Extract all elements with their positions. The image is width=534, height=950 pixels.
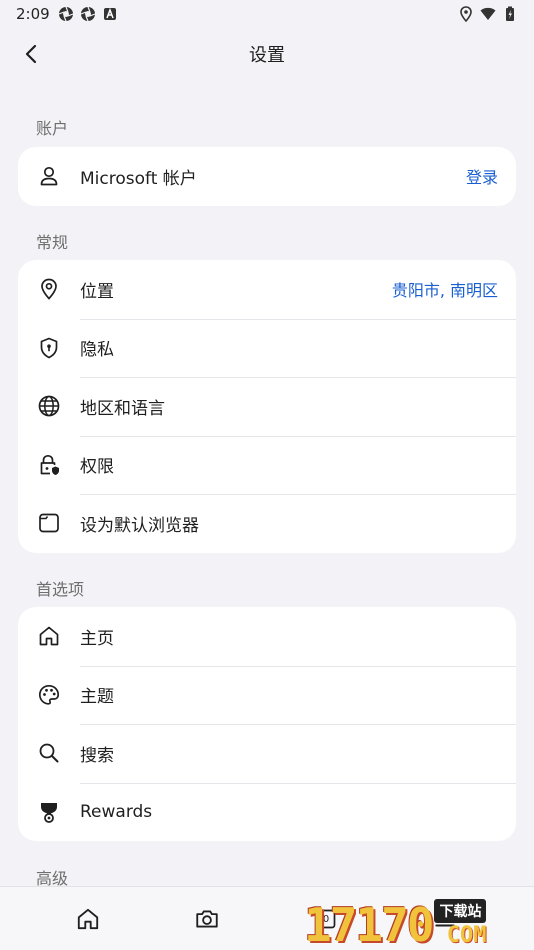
watermark-logo: 17170 下载站 COM [304, 888, 528, 948]
settings-item-permissions[interactable]: 权限 [18, 435, 516, 495]
settings-item-rewards[interactable]: Rewards [18, 782, 516, 842]
aperture-icon [80, 6, 95, 22]
settings-item-label: 权限 [80, 457, 114, 478]
nav-home-button[interactable] [74, 905, 102, 933]
settings-item-theme[interactable]: 主题 [18, 665, 516, 725]
a-letter-icon [103, 7, 116, 20]
nav-camera-button[interactable] [193, 905, 221, 933]
aperture-icon [58, 6, 73, 22]
watermark-suffix: COM [446, 923, 487, 948]
general-card: 位置 贵阳市, 南明区 隐私 地区和语言 权限 设为默认浏览器 [18, 260, 516, 553]
status-bar: 2:09 [0, 0, 534, 28]
settings-item-region-language[interactable]: 地区和语言 [18, 377, 516, 436]
home-icon [77, 908, 99, 930]
settings-item-label: 位置 [80, 281, 114, 302]
settings-item-microsoft-account[interactable]: Microsoft 帐户 登录 [18, 147, 516, 206]
settings-item-default-browser[interactable]: 设为默认浏览器 [18, 494, 516, 553]
trophy-icon [36, 799, 62, 825]
bottom-navigation: 0 17170 下载站 COM [0, 886, 534, 950]
search-icon [36, 740, 62, 766]
settings-item-label: Rewards [80, 801, 153, 822]
back-button[interactable] [12, 34, 52, 74]
preferences-card: 主页 主题 搜索 Rewards [18, 607, 516, 841]
chevron-left-icon [25, 44, 37, 64]
camera-icon [196, 910, 218, 928]
section-header-general: 常规 [36, 233, 69, 252]
person-icon [36, 163, 62, 189]
sign-in-link[interactable]: 登录 [466, 164, 498, 188]
wifi-icon [480, 7, 496, 20]
section-header-account: 账户 [36, 119, 69, 138]
settings-item-label: 地区和语言 [80, 398, 165, 419]
globe-icon [36, 393, 62, 419]
watermark-badge: 下载站 [434, 899, 487, 923]
settings-item-label: 隐私 [80, 340, 114, 361]
location-pin-icon [36, 276, 62, 302]
settings-item-homepage[interactable]: 主页 [18, 607, 516, 666]
section-header-preferences: 首选项 [36, 580, 85, 599]
palette-icon [36, 682, 62, 708]
status-time: 2:09 [16, 5, 50, 23]
settings-item-label: 主页 [80, 628, 114, 649]
watermark-digits: 17170 [304, 898, 434, 950]
location-icon [460, 6, 472, 22]
shield-icon [36, 335, 62, 361]
location-value: 贵阳市, 南明区 [391, 281, 498, 301]
home-icon [36, 623, 62, 649]
settings-item-label: 设为默认浏览器 [80, 515, 199, 536]
battery-icon [506, 6, 514, 21]
browser-window-icon [36, 510, 62, 536]
app-bar: 设置 [0, 28, 534, 80]
settings-item-privacy[interactable]: 隐私 [18, 318, 516, 378]
settings-item-label: Microsoft 帐户 [80, 168, 197, 189]
settings-item-label: 搜索 [80, 745, 114, 766]
lock-shield-icon [36, 452, 62, 478]
settings-item-label: 主题 [80, 687, 114, 708]
settings-item-search[interactable]: 搜索 [18, 724, 516, 783]
account-card: Microsoft 帐户 登录 [18, 147, 516, 206]
page-title: 设置 [249, 45, 285, 66]
settings-item-location[interactable]: 位置 贵阳市, 南明区 [18, 260, 516, 319]
